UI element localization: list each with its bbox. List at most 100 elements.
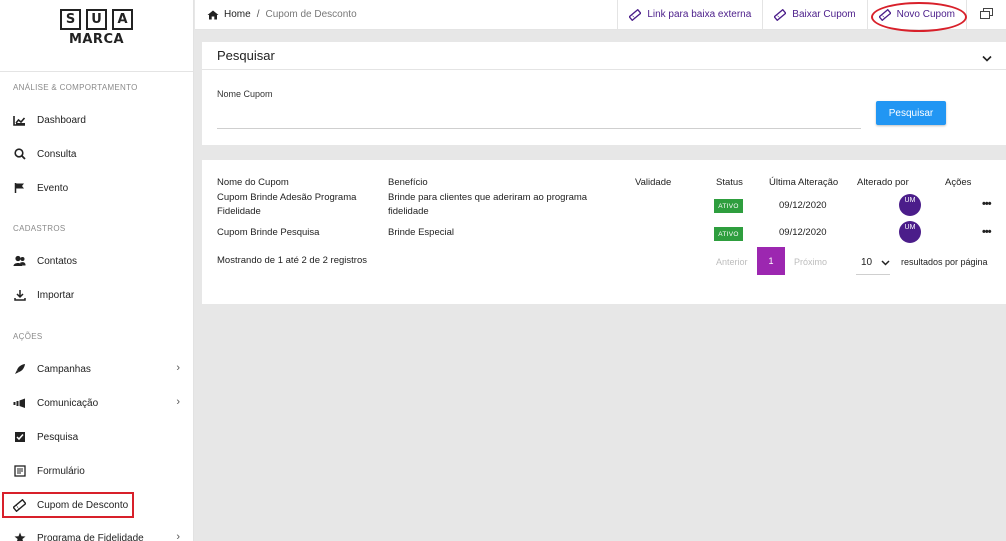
nome-cupom-label: Nome Cupom xyxy=(217,89,273,99)
link-baixa-externa-button[interactable]: Link para baixa externa xyxy=(617,0,762,29)
row-actions-menu-icon[interactable]: ••• xyxy=(982,226,992,238)
form-icon xyxy=(13,465,26,478)
search-panel-title: Pesquisar xyxy=(217,48,275,63)
pesquisar-button[interactable]: Pesquisar xyxy=(876,101,946,125)
sidebar-item-formulario[interactable]: Formulário xyxy=(0,460,193,482)
per-page-value: 10 xyxy=(861,257,873,268)
import-icon xyxy=(13,289,26,302)
sidebar-item-evento[interactable]: Evento xyxy=(0,177,193,199)
contacts-icon xyxy=(13,255,26,268)
sidebar-item-comunicacao[interactable]: Comunicação › xyxy=(0,392,193,414)
column-header-acoes: Ações xyxy=(945,177,972,188)
ticket-icon xyxy=(629,8,642,21)
sidebar-item-label: Evento xyxy=(37,182,69,194)
section-title-acoes: AÇÕES xyxy=(13,332,43,341)
star-icon xyxy=(13,532,26,541)
cell-text: Cupom Brinde Adesão Programa xyxy=(217,192,357,203)
logo-letters: S U A xyxy=(60,9,133,30)
ticket-icon xyxy=(774,8,787,21)
chevron-right-icon: › xyxy=(176,531,180,541)
sidebar-item-cupom-de-desconto[interactable]: Cupom de Desconto xyxy=(2,492,134,518)
table-row-2-nome: Cupom Brinde Pesquisa xyxy=(217,227,320,238)
pagination-next[interactable]: Próximo xyxy=(794,257,827,267)
cell-text: Brinde para clientes que aderiram ao pro… xyxy=(388,192,588,203)
sidebar-item-campanhas[interactable]: Campanhas › xyxy=(0,358,193,380)
logo-letter: S xyxy=(60,9,81,30)
chevron-down-icon xyxy=(881,258,890,269)
table-row-2-beneficio: Brinde Especial xyxy=(388,227,455,238)
sidebar-item-consulta[interactable]: Consulta xyxy=(0,143,193,165)
pagination-prev[interactable]: Anterior xyxy=(716,257,748,267)
sidebar: S U A MARCA ANÁLISE & COMPORTAMENTO Dash… xyxy=(0,0,194,541)
table-row-2-ultima-alteracao: 09/12/2020 xyxy=(779,227,827,238)
breadcrumb-home[interactable]: Home xyxy=(224,9,251,20)
column-header-alterado-por[interactable]: Alterado por xyxy=(857,177,909,188)
chevron-right-icon: › xyxy=(176,362,180,374)
column-header-ultima-alteracao[interactable]: Última Alteração xyxy=(769,177,838,188)
sidebar-item-label: Comunicação xyxy=(37,397,99,409)
sidebar-item-programa-de-fidelidade[interactable]: Programa de Fidelidade › xyxy=(0,527,193,541)
table-row-1-ultima-alteracao: 09/12/2020 xyxy=(779,200,827,211)
sidebar-item-importar[interactable]: Importar xyxy=(0,284,193,306)
windows-icon xyxy=(980,7,993,22)
brand-logo[interactable]: S U A MARCA xyxy=(0,0,193,72)
coupon-table: Nome do Cupom Benefício Validade Status … xyxy=(202,160,1006,304)
avatar[interactable]: UM xyxy=(899,194,921,216)
ticket-icon xyxy=(878,8,891,21)
column-header-status[interactable]: Status xyxy=(716,177,743,188)
breadcrumb-current: Cupom de Desconto xyxy=(265,9,357,20)
flag-icon xyxy=(13,182,26,195)
novo-cupom-button[interactable]: Novo Cupom xyxy=(866,0,968,32)
sidebar-item-label: Campanhas xyxy=(37,363,91,375)
section-title-analise: ANÁLISE & COMPORTAMENTO xyxy=(13,83,138,92)
home-icon[interactable] xyxy=(207,10,219,20)
cell-text: Fidelidade xyxy=(217,206,261,217)
sidebar-item-label: Programa de Fidelidade xyxy=(37,532,144,541)
breadcrumb: Home / Cupom de Desconto xyxy=(195,9,357,20)
sidebar-item-label: Formulário xyxy=(37,465,85,477)
records-summary: Mostrando de 1 até 2 de 2 registros xyxy=(217,255,367,266)
avatar[interactable]: UM xyxy=(899,221,921,243)
sidebar-item-label: Consulta xyxy=(37,148,77,160)
chart-icon xyxy=(13,114,26,127)
sidebar-item-contatos[interactable]: Contatos xyxy=(0,250,193,272)
novo-cupom-label: Novo Cupom xyxy=(896,9,955,20)
chevron-down-icon[interactable] xyxy=(982,50,992,65)
checkbox-icon xyxy=(13,431,26,444)
table-row-1-beneficio: Brinde para clientes que aderiram ao pro… xyxy=(388,191,587,219)
search-panel-header[interactable]: Pesquisar xyxy=(202,42,1006,70)
per-page-select[interactable]: 10 xyxy=(856,251,890,275)
pagination-page-1[interactable]: 1 xyxy=(757,247,785,275)
table-row-1-nome: Cupom Brinde Adesão Programa Fidelidade xyxy=(217,191,356,219)
sidebar-item-pesquisa[interactable]: Pesquisa xyxy=(0,426,193,448)
nome-cupom-underline xyxy=(217,128,861,129)
row-actions-menu-icon[interactable]: ••• xyxy=(982,198,992,210)
status-badge: ATIVO xyxy=(714,227,743,241)
cell-text: fidelidade xyxy=(388,206,429,217)
search-icon xyxy=(13,148,26,161)
per-page-label: resultados por página xyxy=(901,257,988,267)
sidebar-item-label: Importar xyxy=(37,289,75,301)
baixar-cupom-label: Baixar Cupom xyxy=(792,9,856,20)
column-header-nome[interactable]: Nome do Cupom xyxy=(217,177,289,188)
column-header-beneficio[interactable]: Benefício xyxy=(388,177,428,188)
column-header-validade[interactable]: Validade xyxy=(635,177,671,188)
logo-subtitle: MARCA xyxy=(68,32,125,47)
nome-cupom-input[interactable] xyxy=(217,110,861,128)
baixar-cupom-button[interactable]: Baixar Cupom xyxy=(762,0,866,29)
logo-letter: A xyxy=(112,9,133,30)
ticket-icon xyxy=(13,498,26,512)
sidebar-item-label: Dashboard xyxy=(37,114,86,126)
megaphone-icon xyxy=(13,397,26,410)
link-baixa-externa-label: Link para baixa externa xyxy=(647,9,752,20)
top-bar: Home / Cupom de Desconto Link para baixa… xyxy=(195,0,1006,32)
sidebar-item-label: Pesquisa xyxy=(37,431,79,443)
breadcrumb-separator: / xyxy=(256,9,260,20)
rocket-icon xyxy=(13,363,26,376)
sidebar-item-label: Cupom de Desconto xyxy=(37,499,129,511)
sidebar-item-dashboard[interactable]: Dashboard xyxy=(0,109,193,131)
chevron-right-icon: › xyxy=(176,396,180,408)
top-actions: Link para baixa externa Baixar Cupom Nov… xyxy=(617,0,1006,32)
window-toggle-button[interactable] xyxy=(966,0,1006,29)
status-badge: ATIVO xyxy=(714,199,743,213)
